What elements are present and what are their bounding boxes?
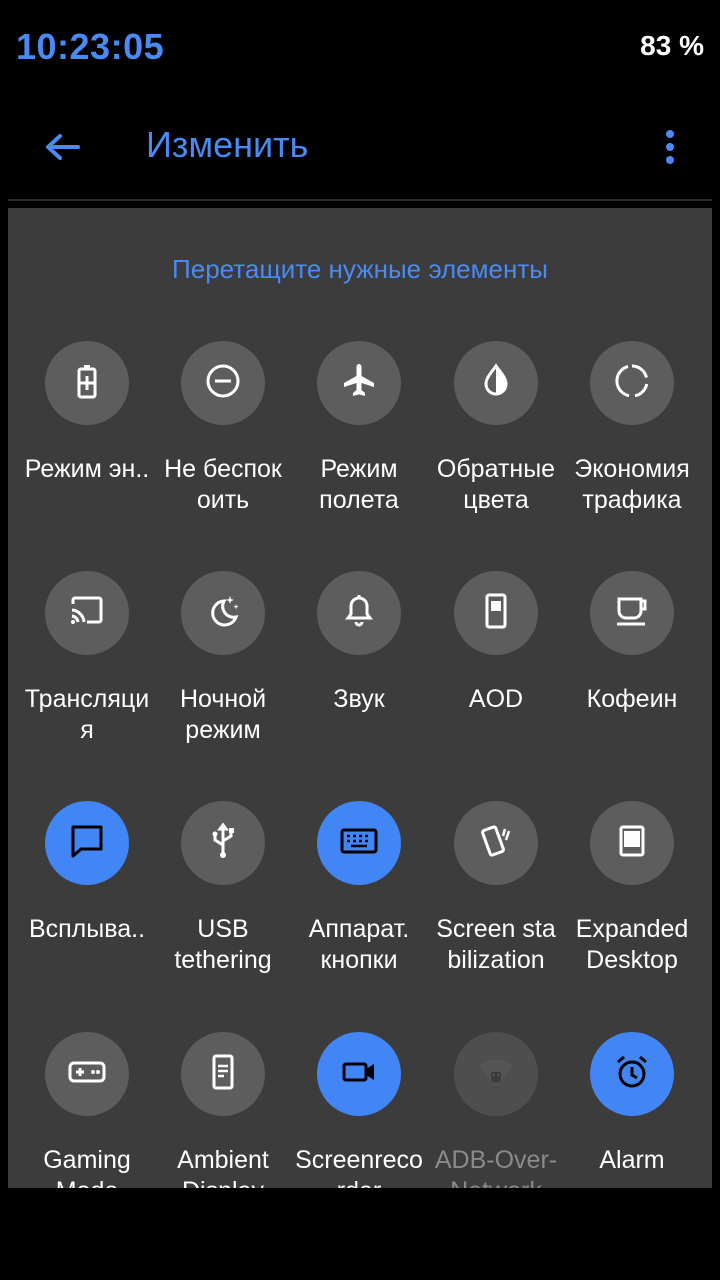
tile[interactable]: Экономия трафика (564, 341, 700, 541)
tile-label: AOD (468, 685, 524, 713)
coffee-cup-icon (612, 591, 652, 636)
tile-button[interactable] (181, 341, 265, 425)
tile-label: ADB-Over- Network (434, 1146, 558, 1188)
tile[interactable]: Screen sta bilization (428, 801, 564, 1001)
tile-label: Аппарат. кнопки (308, 915, 410, 974)
tile-button[interactable] (454, 341, 538, 425)
battery-percent: 83 % (640, 30, 704, 61)
tile[interactable]: Не беспок оить (155, 341, 291, 541)
tile[interactable]: Трансляци я (19, 571, 155, 771)
tile[interactable]: Режим полета (291, 341, 427, 541)
tile[interactable]: Кофеин (564, 571, 700, 771)
tile-button[interactable] (590, 341, 674, 425)
tiles-panel: Перетащите нужные элементы Режим эн.. Не … (8, 208, 712, 1188)
tile-label: Ambient Display (177, 1146, 269, 1188)
bell-icon (339, 591, 379, 636)
tile[interactable]: AOD (428, 571, 564, 771)
tile[interactable]: Gaming Mode (19, 1032, 155, 1188)
alarm-clock-icon (612, 1052, 652, 1097)
battery-saver-icon (67, 361, 107, 406)
tile-button[interactable] (181, 1032, 265, 1116)
tile[interactable]: USB tethering (155, 801, 291, 1001)
tile-button[interactable] (45, 1032, 129, 1116)
tile-label: Expanded Desktop (575, 915, 689, 974)
tile-button[interactable] (454, 1032, 538, 1116)
tile-button[interactable] (454, 801, 538, 885)
tile[interactable]: Expanded Desktop (564, 801, 700, 1001)
tile-label: Ночной режим (179, 685, 267, 744)
status-clock: 10:23:05 (16, 26, 165, 67)
toolbar-divider (8, 199, 712, 201)
tile[interactable]: Ambient Display (155, 1032, 291, 1188)
tile[interactable]: Ночной режим (155, 571, 291, 771)
screen-stabilization-icon (476, 821, 516, 866)
tile-button[interactable] (181, 801, 265, 885)
usb-icon (203, 821, 243, 866)
tile-label: Alarm (599, 1146, 665, 1174)
tile-label: Звук (333, 685, 385, 713)
tile[interactable]: Аппарат. кнопки (291, 801, 427, 1001)
tile-label: Gaming Mode (43, 1146, 131, 1188)
tile-button[interactable] (590, 571, 674, 655)
tile-button[interactable] (454, 571, 538, 655)
tile[interactable]: Режим эн.. (19, 341, 155, 541)
tile-label: Всплыва.. (28, 915, 146, 943)
tile[interactable]: Обратные цвета (428, 341, 564, 541)
aod-phone-icon (476, 591, 516, 636)
videocam-icon (339, 1052, 379, 1097)
tile-button[interactable] (317, 1032, 401, 1116)
night-mode-icon (203, 591, 243, 636)
tile-label: Screen sta bilization (436, 915, 556, 974)
ambient-display-icon (203, 1052, 243, 1097)
tile-label: Режим эн.. (24, 455, 150, 483)
tile-button[interactable] (45, 341, 129, 425)
cast-icon (67, 591, 107, 636)
tile[interactable]: Alarm (564, 1032, 700, 1188)
tile-button[interactable] (317, 801, 401, 885)
do-not-disturb-icon (203, 361, 243, 406)
tile-label: Кофеин (586, 685, 678, 713)
tile-button[interactable] (590, 1032, 674, 1116)
airplane-icon (339, 361, 379, 406)
tile-button[interactable] (590, 801, 674, 885)
drag-hint: Перетащите нужные элементы (172, 254, 548, 284)
tile[interactable]: Screenreco rder (291, 1032, 427, 1188)
data-saver-icon (612, 361, 652, 406)
chat-bubble-icon (67, 821, 107, 866)
tile-button[interactable] (317, 341, 401, 425)
tile-label: Трансляци я (24, 685, 150, 744)
keyboard-icon (339, 821, 379, 866)
tile-button[interactable] (45, 571, 129, 655)
status-bar: 10:23:05 83 % (0, 0, 720, 95)
tile[interactable]: Звук (291, 571, 427, 771)
tile-label: Screenreco rder (295, 1146, 423, 1188)
tile-label: Не беспок оить (164, 455, 282, 514)
tile-label: Экономия трафика (574, 455, 690, 514)
page-title: Изменить (146, 124, 309, 165)
tile-label: Режим полета (319, 455, 399, 514)
expanded-desktop-icon (612, 821, 652, 866)
bottom-bar (0, 1188, 720, 1280)
toolbar: Изменить (0, 95, 720, 200)
back-arrow-icon[interactable] (38, 123, 86, 171)
tile[interactable]: Всплыва.. (19, 801, 155, 1001)
adb-network-icon (476, 1052, 516, 1097)
tile-label: Обратные цвета (436, 455, 556, 514)
invert-colors-icon (476, 361, 516, 406)
tile-button[interactable] (45, 801, 129, 885)
gamepad-icon (67, 1052, 107, 1097)
tile[interactable]: ADB-Over- Network (428, 1032, 564, 1188)
tile-label: USB tethering (174, 915, 272, 974)
more-vert-icon[interactable] (648, 123, 692, 171)
tile-button[interactable] (317, 571, 401, 655)
tile-button[interactable] (181, 571, 265, 655)
